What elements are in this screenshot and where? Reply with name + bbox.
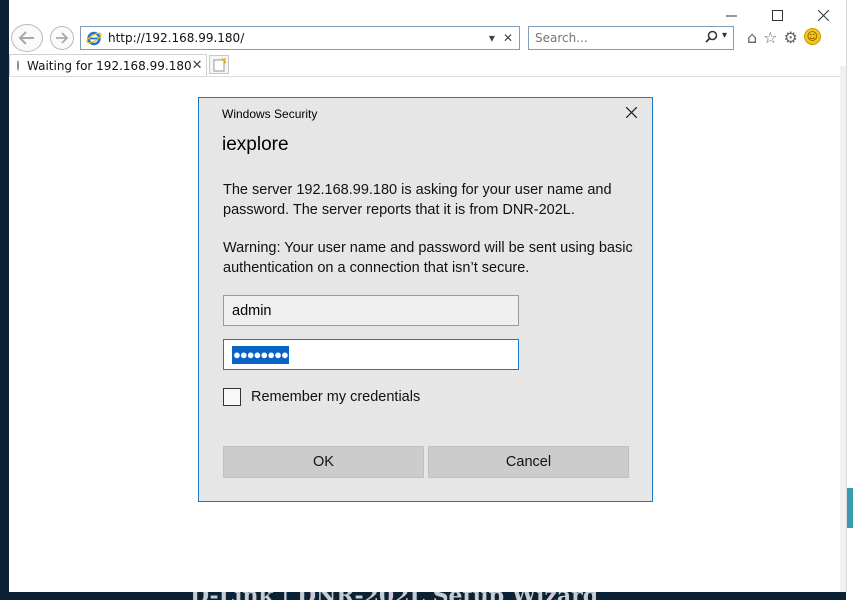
new-tab-icon bbox=[213, 57, 226, 71]
address-bar[interactable]: http://192.168.99.180/ ▾ ✕ bbox=[80, 26, 520, 50]
loading-spinner-icon bbox=[17, 60, 19, 71]
dialog-app-name: iexplore bbox=[222, 134, 289, 155]
search-input[interactable] bbox=[535, 31, 685, 45]
password-field[interactable]: ●●●●●●●● bbox=[223, 339, 519, 370]
window-controls bbox=[708, 2, 846, 28]
back-arrow-icon bbox=[18, 31, 34, 45]
dialog-warning: Warning: Your user name and password wil… bbox=[223, 240, 633, 276]
smiley-feedback-icon[interactable]: ☺ bbox=[803, 28, 821, 45]
address-url[interactable]: http://192.168.99.180/ bbox=[108, 31, 489, 45]
tab-close-icon[interactable]: ✕ bbox=[192, 58, 203, 73]
navigation-bar: http://192.168.99.180/ ▾ ✕ ▾ ⌂ ☆ ⚙ ☺ bbox=[9, 24, 846, 52]
windows-security-dialog: Windows Security iexplore The server 192… bbox=[198, 97, 653, 502]
forward-arrow-icon bbox=[56, 32, 69, 44]
page-scroll-edge bbox=[840, 66, 846, 592]
close-window-button[interactable] bbox=[800, 2, 846, 28]
maximize-button[interactable] bbox=[754, 2, 800, 28]
tab-title: Waiting for 192.168.99.180 bbox=[27, 58, 192, 73]
dialog-close-button[interactable] bbox=[620, 104, 642, 124]
cancel-button[interactable]: Cancel bbox=[428, 446, 629, 478]
chevron-down-icon[interactable]: ▾ bbox=[489, 31, 495, 45]
back-button[interactable] bbox=[11, 24, 43, 52]
close-icon bbox=[625, 106, 637, 119]
remember-label[interactable]: Remember my credentials bbox=[251, 389, 420, 405]
forward-button[interactable] bbox=[50, 26, 74, 50]
dialog-caption: Windows Security bbox=[222, 107, 318, 121]
background-accent-bar bbox=[846, 488, 853, 528]
username-field[interactable] bbox=[223, 295, 519, 326]
gear-icon[interactable]: ⚙ bbox=[784, 28, 798, 47]
search-icon[interactable] bbox=[705, 30, 718, 46]
password-selection: ●●●●●●●● bbox=[232, 345, 289, 364]
remember-checkbox[interactable] bbox=[223, 388, 241, 406]
toolbar-icons: ⌂ ☆ ⚙ ☺ bbox=[747, 28, 821, 47]
dialog-message: The server 192.168.99.180 is asking for … bbox=[223, 182, 612, 218]
stop-icon[interactable]: ✕ bbox=[503, 31, 513, 45]
internet-explorer-icon bbox=[86, 30, 102, 46]
new-tab-button[interactable] bbox=[209, 55, 229, 74]
ok-button[interactable]: OK bbox=[223, 446, 424, 478]
tab-strip: Waiting for 192.168.99.180 ✕ bbox=[9, 54, 846, 77]
favorites-star-icon[interactable]: ☆ bbox=[763, 28, 777, 47]
search-dropdown-icon[interactable]: ▾ bbox=[722, 30, 727, 46]
minimize-button[interactable] bbox=[708, 2, 754, 28]
search-box[interactable]: ▾ bbox=[528, 26, 734, 50]
home-icon[interactable]: ⌂ bbox=[747, 28, 757, 47]
tab-active[interactable]: Waiting for 192.168.99.180 ✕ bbox=[9, 54, 207, 76]
